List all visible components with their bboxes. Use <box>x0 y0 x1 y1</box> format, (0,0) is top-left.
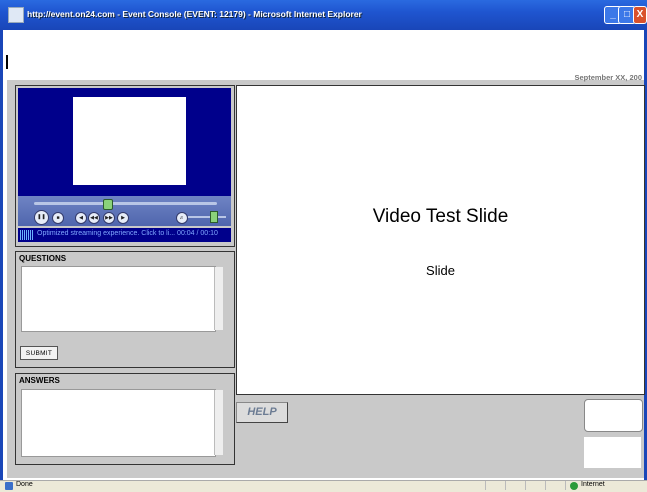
status-divider <box>565 481 566 490</box>
fast-forward-icon[interactable]: ▶▶ <box>103 212 115 224</box>
answers-heading: ANSWERS <box>19 376 60 385</box>
question-input[interactable] <box>21 266 216 332</box>
slide-subtitle: Slide <box>426 263 455 278</box>
pause-icon[interactable]: ❚❚ <box>34 210 49 225</box>
answers-display[interactable] <box>21 389 216 457</box>
status-divider <box>545 481 546 490</box>
seek-handle[interactable] <box>103 199 114 210</box>
page-done-icon <box>5 482 13 490</box>
player-status-text[interactable]: Optimized streaming experience. Click to… <box>37 230 218 237</box>
event-date: September XX, 200 <box>574 73 642 82</box>
seek-bar[interactable] <box>34 202 217 205</box>
status-text: Done <box>16 481 33 488</box>
internet-zone-icon <box>570 482 578 490</box>
status-divider <box>505 481 506 490</box>
close-button[interactable]: X <box>633 6 647 24</box>
status-divider <box>485 481 486 490</box>
rewind-icon[interactable]: ◀◀ <box>88 212 100 224</box>
next-icon[interactable]: ▶ <box>117 212 129 224</box>
signal-icon <box>20 230 34 240</box>
browser-page-icon <box>8 7 24 23</box>
slide-title: Video Test Slide <box>372 206 509 227</box>
page-marker <box>6 55 8 69</box>
blank-widget-top[interactable] <box>584 399 643 432</box>
help-button[interactable]: HELP <box>236 402 288 423</box>
submit-button[interactable]: SUBMIT <box>20 346 58 360</box>
blank-widget-bottom <box>584 437 641 468</box>
question-scrollbar[interactable] <box>214 267 223 330</box>
previous-icon[interactable]: ◀ <box>75 212 87 224</box>
window-frame-left <box>0 30 3 480</box>
questions-heading: QUESTIONS <box>19 254 67 263</box>
slide-viewer <box>236 85 645 395</box>
answers-scrollbar[interactable] <box>214 390 223 455</box>
window-title: http://event.on24.com - Event Console (E… <box>27 9 362 19</box>
security-zone-text: Internet <box>581 481 605 488</box>
status-divider <box>525 481 526 490</box>
video-frame <box>73 97 186 185</box>
volume-handle[interactable] <box>209 211 218 223</box>
speaker-icon[interactable]: ♬ <box>176 212 188 224</box>
volume-track[interactable] <box>188 216 226 218</box>
browser-status-bar <box>0 480 647 492</box>
stop-icon[interactable]: ■ <box>52 212 64 224</box>
